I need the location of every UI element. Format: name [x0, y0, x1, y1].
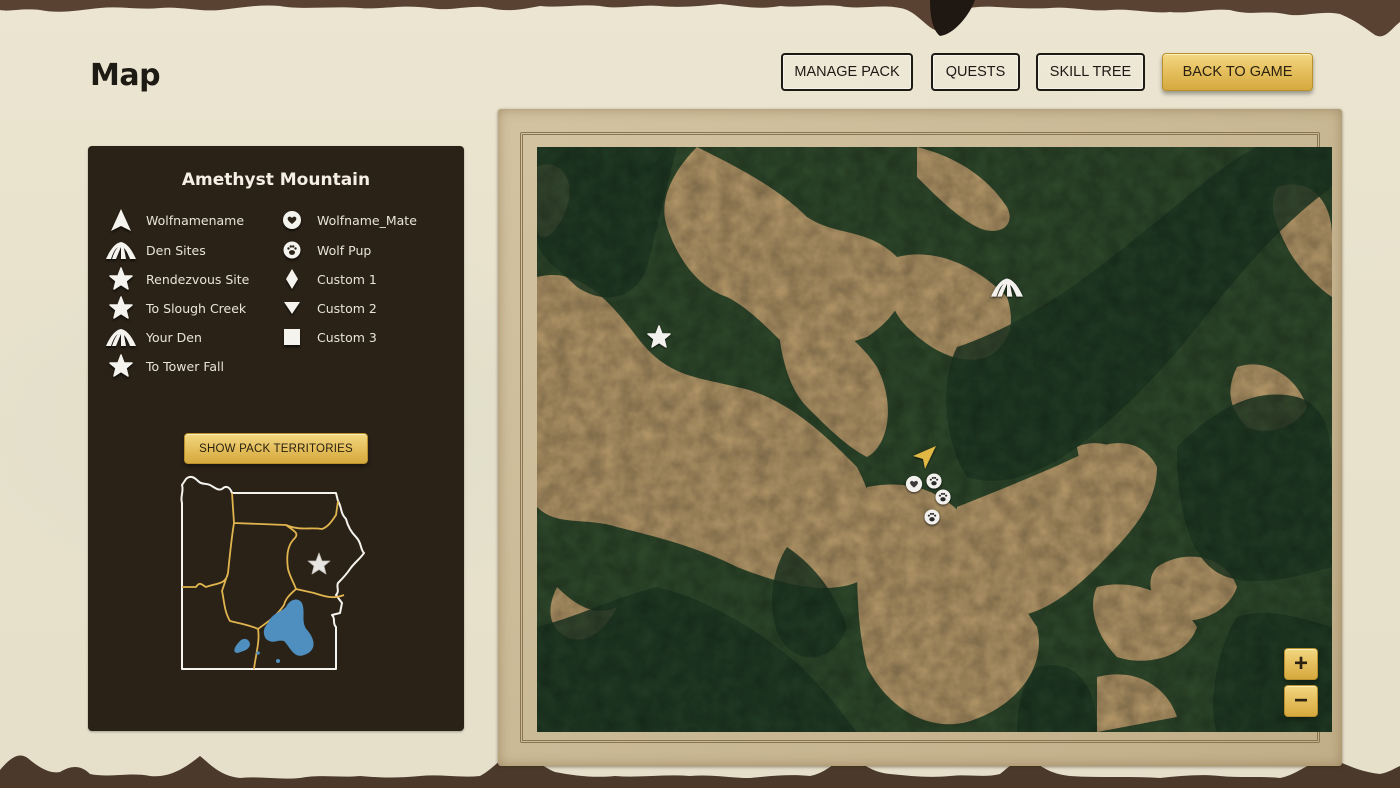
pup-marker[interactable]: [924, 509, 940, 529]
paw-icon: [275, 238, 309, 262]
legend-item-mate: Wolfname_Mate: [275, 208, 417, 232]
back-to-game-button[interactable]: BACK TO GAME: [1162, 53, 1313, 91]
heart-ring-icon: [275, 208, 309, 232]
star-icon: [104, 267, 138, 291]
player-arrow-icon: [104, 208, 138, 232]
legend-label: Rendezvous Site: [146, 271, 250, 287]
pup-marker[interactable]: [935, 489, 951, 509]
paw-icon: [924, 509, 940, 525]
legend-label: Custom 3: [317, 329, 377, 345]
region-name: Amethyst Mountain: [181, 170, 371, 190]
star-icon: [104, 354, 138, 378]
current-region-star-icon: [307, 552, 331, 575]
player-wolf-marker[interactable]: [912, 444, 938, 474]
star-icon: [104, 296, 138, 320]
torn-top-edge: [0, 0, 1400, 37]
manage-pack-button[interactable]: MANAGE PACK: [781, 53, 913, 91]
legend-item-rendezvous: Rendezvous Site: [104, 267, 249, 291]
quests-button[interactable]: QUESTS: [931, 53, 1020, 91]
diamond-icon: [275, 267, 309, 291]
player-arrow-icon: [913, 446, 936, 469]
legend-panel: Amethyst Mountain Wolfnamename Den Sites…: [88, 146, 464, 731]
legend-item-slough-creek: To Slough Creek: [104, 296, 246, 320]
page-title: Map: [90, 58, 161, 93]
legend-label: Den Sites: [146, 242, 206, 258]
den-icon: [104, 238, 138, 262]
territory-lines: [182, 492, 345, 670]
lake-small: [234, 638, 250, 653]
paw-icon: [926, 473, 942, 489]
triangle-down-icon: [275, 296, 309, 320]
star-icon: [647, 325, 671, 348]
terrain: [537, 147, 1332, 732]
legend-item-your-den: Your Den: [104, 325, 202, 349]
legend-label: To Tower Fall: [146, 358, 224, 374]
zoom-out-button[interactable]: −: [1284, 685, 1318, 717]
heart-ring-icon: [905, 475, 923, 493]
lake: [263, 599, 314, 656]
skill-tree-button[interactable]: SKILL TREE: [1036, 53, 1145, 91]
legend-label: Custom 2: [317, 300, 377, 316]
legend-item-custom-3: Custom 3: [275, 325, 377, 349]
legend-label: To Slough Creek: [146, 300, 247, 316]
park-overview-map[interactable]: [176, 473, 376, 673]
legend-label: Wolf Pup: [317, 242, 372, 258]
legend-item-den-sites: Den Sites: [104, 238, 206, 262]
den-icon: [104, 325, 138, 349]
den-icon: [991, 278, 1023, 297]
rendezvous-star-marker[interactable]: [647, 325, 671, 353]
legend-item-custom-2: Custom 2: [275, 296, 377, 320]
show-pack-territories-button[interactable]: SHOW PACK TERRITORIES: [184, 433, 368, 464]
legend-item-custom-1: Custom 1: [275, 267, 377, 291]
legend-label: Custom 1: [317, 271, 377, 287]
legend-item-player: Wolfnamename: [104, 208, 244, 232]
satellite-map[interactable]: + −: [537, 147, 1332, 732]
mate-marker[interactable]: [905, 475, 923, 497]
legend-label: Wolfname_Mate: [317, 212, 417, 228]
legend-item-tower-fall: To Tower Fall: [104, 354, 224, 378]
square-icon: [275, 325, 309, 349]
legend-item-pup: Wolf Pup: [275, 238, 371, 262]
legend-label: Your Den: [146, 329, 202, 345]
legend-label: Wolfnamename: [146, 212, 245, 228]
den-site-marker[interactable]: [990, 276, 1024, 302]
paw-icon: [935, 489, 951, 505]
zoom-in-button[interactable]: +: [1284, 648, 1318, 680]
